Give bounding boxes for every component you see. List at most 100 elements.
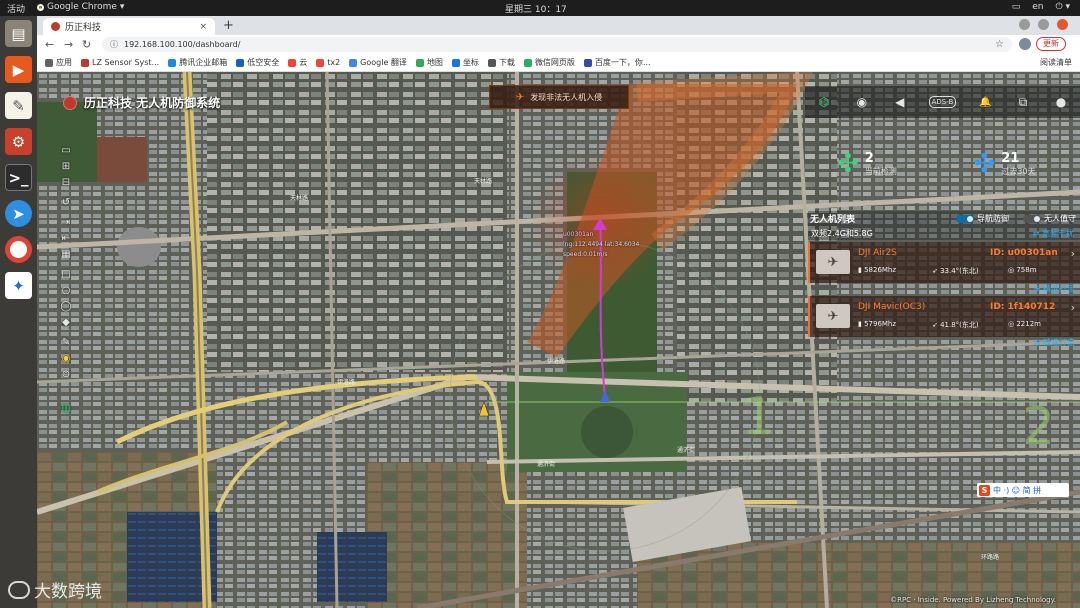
back-icon[interactable]: ←: [45, 38, 54, 51]
adsb-icon[interactable]: ADS-B: [928, 96, 957, 108]
unmanned-guard-toggle[interactable]: [1023, 214, 1041, 223]
drone-frequency-value: 5826Mhz: [864, 266, 897, 274]
terminal-icon[interactable]: >_: [5, 164, 32, 191]
circle-icon[interactable]: ○: [59, 284, 73, 297]
software-center-icon[interactable]: ▶: [5, 56, 32, 83]
maximize-icon[interactable]: [1038, 19, 1049, 30]
bookmark-item[interactable]: 坐标: [451, 57, 479, 68]
settings-icon[interactable]: ⚙: [5, 128, 32, 155]
reload-icon[interactable]: ↻: [82, 38, 91, 51]
layers-icon[interactable]: ▭: [59, 144, 73, 157]
map-view[interactable]: 1 2 伊洛路 伊洛路 天林路 天林路 通济街 通济街 环路路 u00301an…: [37, 72, 1080, 608]
speaker-icon[interactable]: ◀: [891, 95, 909, 109]
telegram-icon[interactable]: ➤: [5, 200, 32, 227]
pen-icon[interactable]: ✎: [59, 336, 73, 349]
bookmark-item[interactable]: 百度一下，你...: [583, 57, 651, 68]
bookmark-item[interactable]: LZ Sensor Syst...: [81, 58, 159, 67]
tab-active[interactable]: 历正科技 ×: [43, 18, 215, 35]
bookmark-item[interactable]: tx2: [316, 58, 340, 67]
precise-strike-label: 精准打击: [1043, 284, 1075, 293]
bookmark-label: 云: [299, 58, 308, 67]
bookmark-star-icon[interactable]: ☆: [995, 39, 1004, 50]
bookmark-label: LZ Sensor Syst...: [92, 58, 160, 67]
clock[interactable]: 星期三 10：17: [505, 2, 567, 15]
bookmark-favicon-icon: [523, 58, 532, 67]
target-info: u00301an lng:112.4494 lat:34.6034 speed:…: [563, 230, 639, 260]
zoom-out-icon[interactable]: ⊟: [59, 176, 73, 189]
chevron-right-icon[interactable]: ›: [1071, 247, 1075, 260]
system-tray[interactable]: ▭ en ⏻ ▾: [1012, 2, 1070, 12]
bookmark-item[interactable]: 下载: [487, 57, 515, 68]
ime-status: 中 ·) ☺ 简 拼: [993, 485, 1042, 495]
keyboard-icon: ▭: [1011, 2, 1021, 12]
bookmark-item[interactable]: 微信网页版: [523, 57, 575, 68]
minimize-icon[interactable]: [1019, 19, 1030, 30]
eye-icon[interactable]: ◉: [853, 95, 871, 109]
bookmark-item[interactable]: 云: [288, 57, 307, 68]
ime-toolbar[interactable]: S 中 ·) ☺ 简 拼: [977, 483, 1069, 497]
square-icon[interactable]: □: [59, 268, 73, 281]
layers-icon[interactable]: ⧉: [1014, 95, 1032, 110]
todesk-icon[interactable]: ✦: [5, 272, 32, 299]
bell-icon[interactable]: 🔔: [976, 97, 994, 108]
bookmark-item[interactable]: 低空安全: [236, 57, 279, 68]
import-icon[interactable]: ⇥: [59, 216, 73, 229]
drone-thumbnail: ✈: [816, 304, 850, 328]
chrome-launcher-icon[interactable]: [5, 236, 32, 263]
band-row: 双频2.4G和5.8G ⇄ 宽频干扰: [808, 226, 1080, 240]
drone-id: ID: u00301an: [990, 248, 1058, 258]
target-icon[interactable]: ⊚: [59, 368, 73, 381]
intrusion-alert[interactable]: ✈ 发现非法无人机入侵: [489, 85, 629, 109]
bookmark-item[interactable]: 地图: [415, 57, 443, 68]
chevron-right-icon[interactable]: ›: [1071, 301, 1075, 314]
battery-icon[interactable]: ▥: [59, 402, 73, 415]
profile-avatar[interactable]: [1019, 38, 1031, 50]
nav-defense-toggle[interactable]: [956, 214, 974, 223]
wideband-jam-button[interactable]: ⇄ 宽频干扰: [1033, 228, 1074, 239]
lang-indicator[interactable]: en: [1032, 2, 1043, 12]
tab-title: 历正科技: [65, 23, 102, 33]
precise-strike-button[interactable]: ⊞ 精准打击: [1034, 283, 1075, 294]
forward-icon[interactable]: →: [64, 38, 73, 51]
precise-strike-button[interactable]: ⊞ 精准打击: [1034, 337, 1075, 348]
user-icon[interactable]: ●: [1052, 95, 1070, 109]
power-icon: ⏻ ▾: [1055, 2, 1071, 12]
export-icon[interactable]: ⇤: [59, 232, 73, 245]
radar-icon[interactable]: ⌬: [815, 95, 833, 109]
drone-name: DJI Mavic(OC3): [858, 302, 926, 312]
new-tab-button[interactable]: +: [223, 18, 234, 33]
band-label: 双频2.4G和5.8G: [811, 228, 873, 238]
close-window-icon[interactable]: [1057, 19, 1068, 30]
reading-list-button[interactable]: 阅读清单: [1040, 57, 1072, 68]
site-favicon: [51, 22, 60, 31]
bookmark-item[interactable]: 应用: [45, 57, 72, 68]
stat-past30-label: 过去30天: [1001, 167, 1036, 176]
road-label: 伊洛路: [547, 358, 566, 365]
window-controls: [1019, 19, 1068, 30]
eraser-icon[interactable]: ◆: [59, 316, 73, 329]
zoom-in-icon[interactable]: ⊞: [59, 160, 73, 173]
panel-header: 无人机列表 导航防御 无人值守: [808, 211, 1080, 226]
files-icon[interactable]: ▤: [5, 20, 32, 47]
drone-distance: ◎ 758m: [1008, 266, 1037, 274]
bookmark-favicon-icon: [316, 58, 325, 67]
activities-button[interactable]: 活动: [7, 2, 25, 15]
refresh-icon[interactable]: ↺: [59, 196, 73, 209]
drone-item[interactable]: ✈ DJI Air2S ID: u00301an › ▮ 5826Mhz ➶ 3…: [808, 242, 1080, 283]
warning-icon[interactable]: ◉: [59, 352, 73, 365]
bookmark-item[interactable]: 腾讯企业邮箱: [168, 57, 227, 68]
polygon-icon[interactable]: ◯: [59, 300, 73, 313]
update-button[interactable]: 更新: [1036, 37, 1066, 51]
address-bar[interactable]: ⓘ 192.168.100.100/dashboard/ ☆: [102, 37, 1012, 52]
drone-direction: ➶ 41.8°(东北): [932, 321, 979, 329]
stat-current-label: 当前检测: [864, 167, 897, 176]
drone-frequency: ▮ 5826Mhz: [858, 266, 897, 274]
brand-logo-icon: [63, 95, 77, 110]
text-editor-icon[interactable]: ✎: [5, 92, 32, 119]
drone-item[interactable]: ✈ DJI Mavic(OC3) ID: 1f140712 › ▮ 5796Mh…: [808, 296, 1080, 337]
detection-stats: ✣ 2 当前检测 ✣ 21 过去30天: [807, 134, 1080, 194]
app-menu[interactable]: Google Chrome ▾: [37, 2, 124, 12]
trash-icon[interactable]: ▦: [59, 248, 73, 261]
tab-close-icon[interactable]: ×: [199, 22, 207, 32]
bookmark-item[interactable]: Google 翻译: [349, 57, 407, 68]
